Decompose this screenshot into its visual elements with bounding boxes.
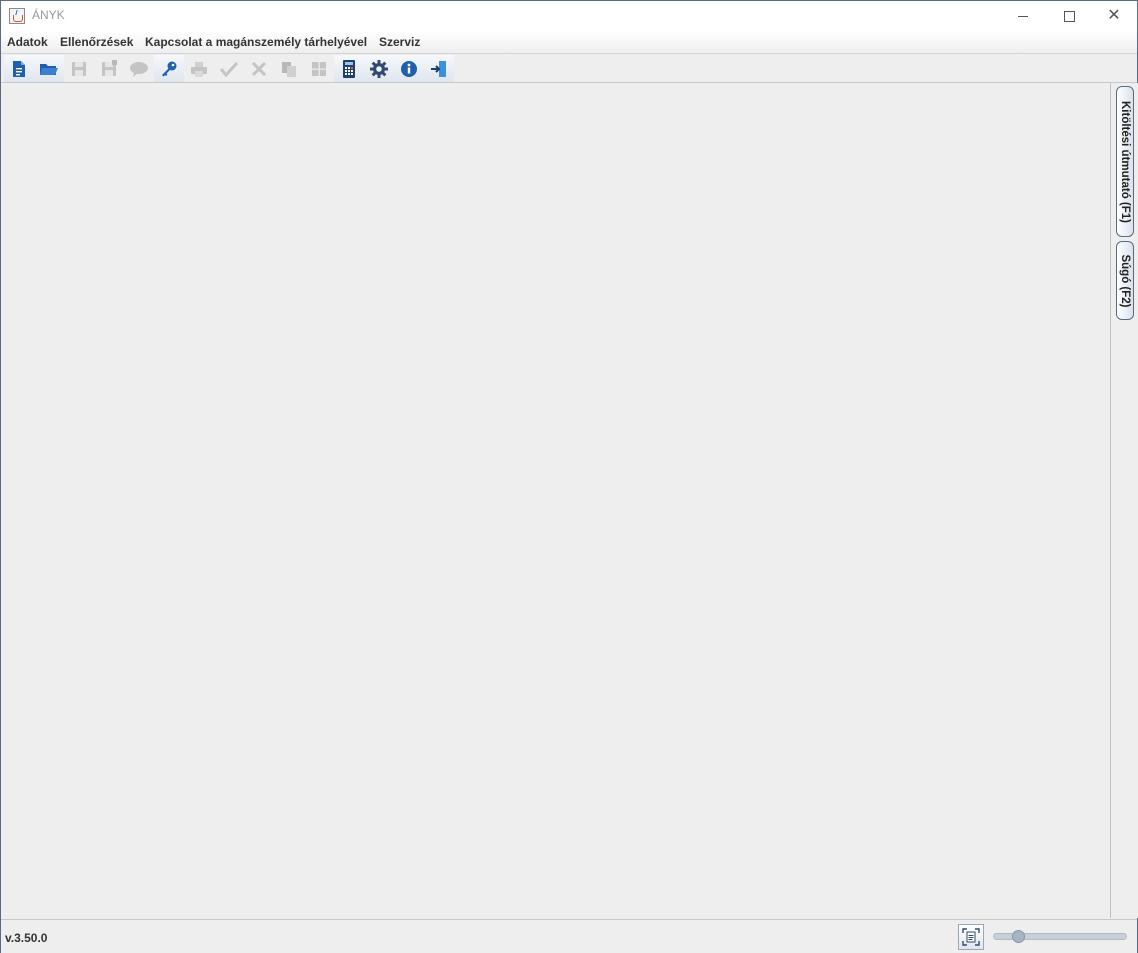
zoom-slider-thumb[interactable] <box>1012 930 1026 943</box>
open-button[interactable] <box>34 55 64 82</box>
tab-kitoltesi-utmutato-label: Kitöltési útmutató (F1) <box>1119 100 1131 223</box>
menu-bar: Adatok Ellenőrzések Kapcsolat a magánsze… <box>1 31 1137 54</box>
status-bar: v.3.50.0 <box>1 919 1137 953</box>
grid-button[interactable] <box>304 55 334 82</box>
save-button[interactable] <box>64 55 94 82</box>
menu-szerviz[interactable]: Szerviz <box>379 35 420 49</box>
delete-icon <box>251 61 267 76</box>
delete-button[interactable] <box>244 55 274 82</box>
copy-button[interactable] <box>274 55 304 82</box>
side-tab-strip: Kitöltési útmutató (F1) Súgó (F2) <box>1110 83 1138 918</box>
new-document-button[interactable] <box>4 55 34 82</box>
comment-button[interactable] <box>124 55 154 82</box>
menu-adatok[interactable]: Adatok <box>7 35 48 49</box>
info-icon <box>401 60 417 77</box>
menu-ellenorzesek[interactable]: Ellenőrzések <box>60 35 133 49</box>
calculator-icon <box>343 59 355 78</box>
version-label: v.3.50.0 <box>5 931 48 945</box>
toolbar <box>1 54 1137 83</box>
tab-sugo[interactable]: Súgó (F2) <box>1116 241 1134 320</box>
grid-icon <box>312 61 326 76</box>
settings-gear-icon <box>370 59 388 78</box>
fit-page-button[interactable] <box>958 924 984 950</box>
check-button[interactable] <box>214 55 244 82</box>
new-document-icon <box>13 60 25 77</box>
save-icon <box>72 61 86 76</box>
key-icon <box>162 61 177 76</box>
save-all-icon <box>102 59 117 76</box>
save-all-button[interactable] <box>94 55 124 82</box>
minimize-button[interactable] <box>1000 1 1046 31</box>
calculator-button[interactable] <box>334 55 364 82</box>
open-folder-icon <box>40 63 58 75</box>
minimize-icon <box>1018 15 1028 17</box>
maximize-icon <box>1063 10 1075 22</box>
app-window: ÁNYK ✕ Adatok Ellenőrzések Kapcsolat a m… <box>0 0 1138 953</box>
title-bar: ÁNYK ✕ <box>1 1 1137 31</box>
tab-kitoltesi-utmutato[interactable]: Kitöltési útmutató (F1) <box>1116 86 1134 237</box>
tab-sugo-label: Súgó (F2) <box>1119 253 1131 308</box>
print-button[interactable] <box>184 55 214 82</box>
maximize-button[interactable] <box>1046 1 1092 31</box>
main-workspace <box>2 83 1110 918</box>
exit-icon <box>431 60 446 77</box>
close-icon: ✕ <box>1107 7 1121 24</box>
java-app-icon <box>9 8 25 24</box>
fit-page-icon <box>962 928 980 946</box>
menu-kapcsolat[interactable]: Kapcsolat a magánszemély tárhelyével <box>145 35 367 49</box>
comment-icon <box>130 61 148 77</box>
info-button[interactable] <box>394 55 424 82</box>
settings-button[interactable] <box>364 55 394 82</box>
copy-icon <box>282 61 296 77</box>
key-button[interactable] <box>154 55 184 82</box>
close-button[interactable]: ✕ <box>1091 1 1137 31</box>
check-icon <box>219 61 239 77</box>
window-title: ÁNYK <box>32 8 65 22</box>
print-icon <box>191 61 207 77</box>
exit-button[interactable] <box>424 55 454 82</box>
